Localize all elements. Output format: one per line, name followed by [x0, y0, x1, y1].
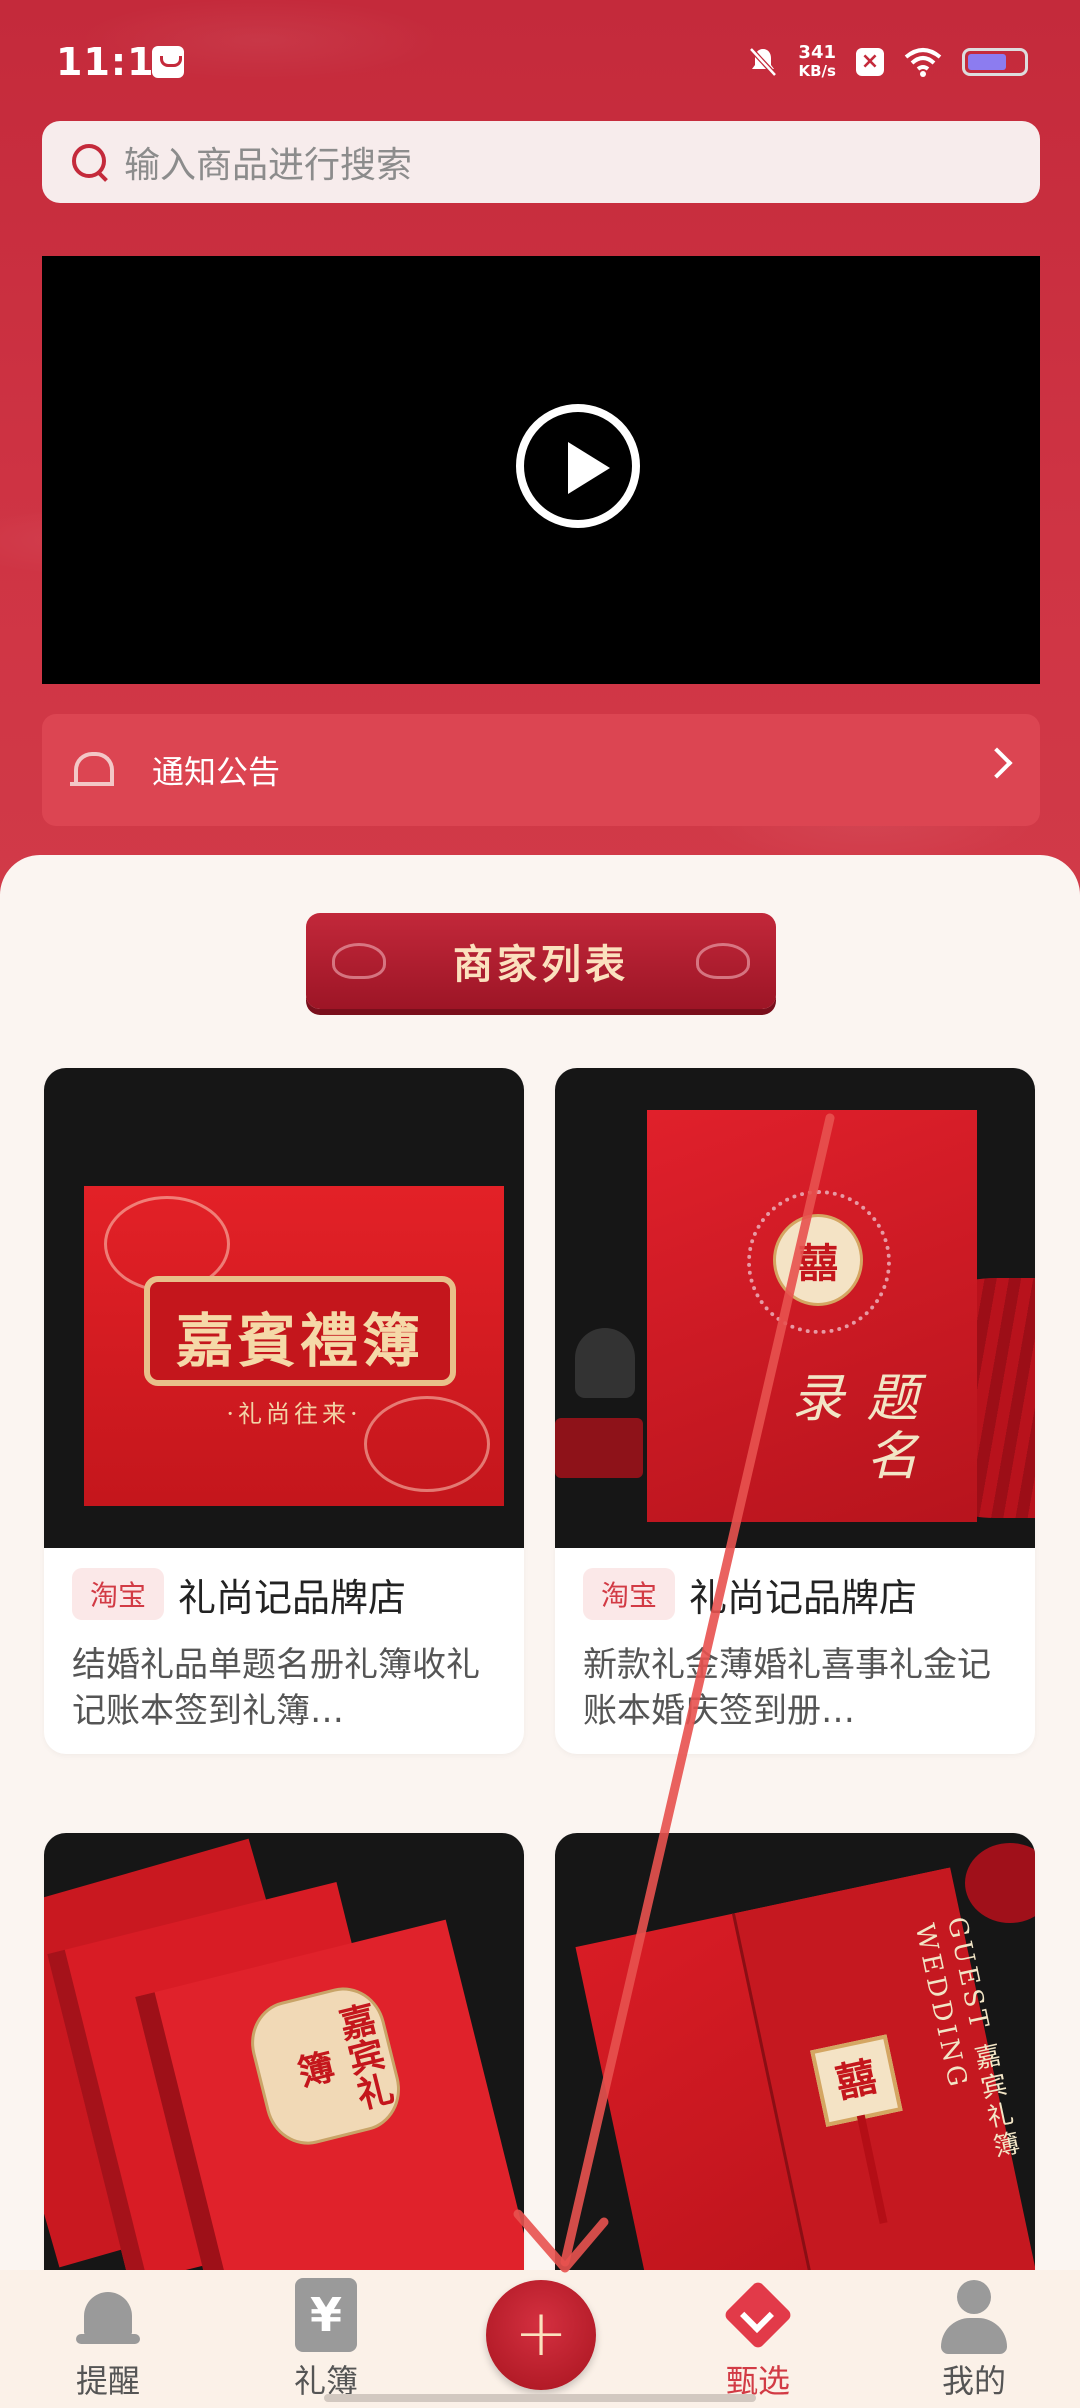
shop-name: 礼尚记品牌店 — [178, 1575, 407, 1620]
network-speed: 341 KB/s — [798, 42, 836, 81]
cloud-ornament-icon — [696, 943, 750, 979]
nav-label: 我的 — [941, 2362, 1006, 2400]
mute-icon — [749, 47, 778, 77]
nav-profile[interactable]: 我的 — [904, 2270, 1044, 2408]
product-art-subtitle: 题名录 — [782, 1370, 917, 1486]
product-image: 嘉賓禮簿 ·礼尚往来· — [44, 1068, 524, 1548]
gift-book-illustration: 囍 题名录 — [647, 1110, 977, 1522]
product-image: 囍 GUEST 嘉宾礼簿 WEDDING — [555, 1833, 1035, 2313]
product-art-title: 囍 — [831, 2052, 881, 2108]
home-indicator[interactable] — [324, 2394, 756, 2402]
gift-envelope-illustration: 囍 GUEST 嘉宾礼簿 WEDDING — [575, 1867, 1035, 2313]
product-art-title: 嘉賓禮簿 — [175, 1307, 424, 1375]
network-speed-value: 341 — [798, 42, 836, 63]
product-card[interactable]: 嘉宾礼簿 — [44, 1833, 524, 2313]
battery-level — [968, 54, 1006, 70]
gift-book-illustration: 嘉賓禮簿 ·礼尚往来· — [84, 1186, 504, 1506]
shop-row: 淘宝 礼尚记品牌店 — [72, 1566, 496, 1622]
video-player[interactable] — [42, 256, 1040, 684]
nav-featured[interactable]: 甄选 — [688, 2270, 828, 2408]
couple-figurine — [575, 1328, 635, 1398]
notification-app-icon — [152, 46, 184, 78]
close-app-icon: × — [856, 48, 884, 76]
diamond-check-icon — [723, 2284, 793, 2348]
bell-icon — [70, 746, 114, 794]
chevron-right-icon — [981, 747, 1013, 779]
product-description: 结婚礼品单题名册礼簿收礼记账本签到礼簿… — [72, 1645, 480, 1731]
nav-reminder[interactable]: 提醒 — [38, 2270, 178, 2408]
rose-decoration — [965, 1843, 1035, 1923]
search-bar[interactable]: 输入商品进行搜索 — [42, 121, 1040, 203]
product-card[interactable]: 嘉賓禮簿 ·礼尚往来· 淘宝 礼尚记品牌店 结婚礼品单题名册礼簿收礼记账本签到礼… — [44, 1068, 524, 1754]
search-input[interactable]: 输入商品进行搜索 — [124, 136, 412, 188]
product-art-subtitle: ·礼尚往来· — [226, 1400, 362, 1428]
shop-row: 淘宝 礼尚记品牌店 — [583, 1566, 1007, 1622]
product-art-title: 嘉宾礼簿 — [288, 1999, 397, 2115]
platform-tag: 淘宝 — [72, 1568, 165, 1620]
cloud-ornament-icon — [332, 943, 386, 979]
status-bar: 11:18 341 KB/s × — [0, 0, 1080, 120]
content-panel: 商家列表 嘉賓禮簿 ·礼尚往来· 淘宝 礼尚记品牌店 结婚礼品单题名册礼簿收礼记… — [0, 855, 1080, 2408]
double-happiness-medal: 囍 — [773, 1214, 863, 1306]
notice-bar[interactable]: 通知公告 — [42, 714, 1040, 826]
product-meta: 淘宝 礼尚记品牌店 新款礼金薄婚礼喜事礼金记账本婚庆签到册… — [555, 1548, 1035, 1754]
shop-name: 礼尚记品牌店 — [689, 1575, 918, 1620]
network-speed-unit: KB/s — [798, 62, 836, 80]
figurine-base — [555, 1418, 643, 1478]
search-icon — [70, 142, 110, 182]
product-card[interactable]: 囍 GUEST 嘉宾礼簿 WEDDING — [555, 1833, 1035, 2313]
nav-giftbook[interactable]: ¥ 礼簿 — [256, 2270, 396, 2408]
yuan-book-icon: ¥ — [295, 2278, 357, 2352]
section-title: 商家列表 — [453, 942, 629, 988]
nav-label: 提醒 — [75, 2362, 140, 2400]
bell-icon — [76, 2284, 140, 2346]
user-icon — [941, 2280, 1007, 2356]
plus-icon: + — [514, 2297, 568, 2371]
battery-icon — [962, 48, 1028, 76]
product-card[interactable]: 囍 题名录 淘宝 礼尚记品牌店 新款礼金薄婚礼喜事礼金记账本婚庆签到册… — [555, 1068, 1035, 1754]
double-happiness-seal: 囍 — [810, 2034, 903, 2127]
title-medallion: 嘉宾礼簿 — [241, 1978, 410, 2154]
add-button[interactable]: + — [486, 2280, 596, 2390]
status-icons: 341 KB/s × — [748, 40, 1028, 84]
product-meta: 淘宝 礼尚记品牌店 结婚礼品单题名册礼簿收礼记账本签到礼簿… — [44, 1548, 524, 1754]
product-description: 新款礼金薄婚礼喜事礼金记账本婚庆签到册… — [583, 1645, 991, 1731]
play-icon[interactable] — [516, 404, 640, 528]
product-image: 囍 题名录 — [555, 1068, 1035, 1548]
section-title-banner: 商家列表 — [306, 913, 776, 1009]
title-plate: 嘉賓禮簿 — [144, 1276, 456, 1386]
product-image: 嘉宾礼簿 — [44, 1833, 524, 2313]
notice-label: 通知公告 — [152, 753, 281, 791]
wifi-icon — [904, 48, 942, 77]
platform-tag: 淘宝 — [583, 1568, 676, 1620]
product-art-title: 囍 — [798, 1240, 838, 1287]
